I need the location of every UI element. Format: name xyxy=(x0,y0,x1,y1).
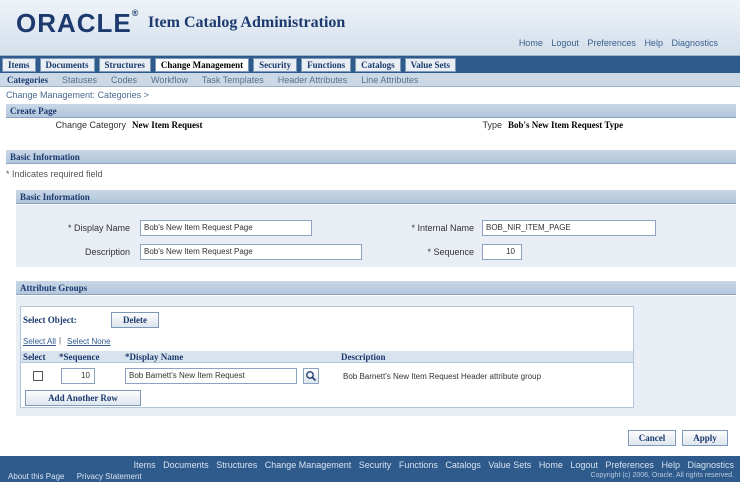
subtab-workflow[interactable]: Workflow xyxy=(144,73,195,87)
footer-link-preferences[interactable]: Preferences xyxy=(605,460,654,470)
app-header: ORACLE® Item Catalog Administration Home… xyxy=(0,0,740,56)
breadcrumb[interactable]: Change Management: Categories > xyxy=(6,90,149,100)
footer-link-diagnostics[interactable]: Diagnostics xyxy=(687,460,734,470)
copyright: Copyright (c) 2006, Oracle. All rights r… xyxy=(590,472,734,479)
global-link-logout[interactable]: Logout xyxy=(551,38,579,48)
footer-link-structures[interactable]: Structures xyxy=(216,460,257,470)
privacy-statement-link[interactable]: Privacy Statement xyxy=(77,472,142,481)
create-page-header: Create Page xyxy=(6,104,736,118)
apply-button[interactable]: Apply xyxy=(682,430,728,446)
row-select-checkbox[interactable] xyxy=(33,371,43,381)
sequence-input[interactable]: 10 xyxy=(482,244,522,260)
subtab-line-attributes[interactable]: Line Attributes xyxy=(354,73,425,87)
tab-security[interactable]: Security xyxy=(253,58,298,72)
col-display-name: *Display Name xyxy=(125,352,184,362)
footer-link-items[interactable]: Items xyxy=(134,460,156,470)
type-label: Type xyxy=(482,120,502,130)
display-name-input[interactable]: Bob's New Item Request Page xyxy=(140,220,312,236)
table-header: Select *Sequence *Display Name Descripti… xyxy=(21,351,633,363)
tab-catalogs[interactable]: Catalogs xyxy=(355,58,401,72)
delete-button[interactable]: Delete xyxy=(111,312,159,328)
tab-documents[interactable]: Documents xyxy=(39,58,95,72)
global-link-home[interactable]: Home xyxy=(519,38,543,48)
tab-structures[interactable]: Structures xyxy=(98,58,151,72)
tab-value-sets[interactable]: Value Sets xyxy=(404,58,457,72)
about-page-link[interactable]: About this Page xyxy=(8,472,64,481)
description-label: Description xyxy=(84,247,130,257)
global-links: Home Logout Preferences Help Diagnostics xyxy=(513,38,718,48)
footer-link-documents[interactable]: Documents xyxy=(163,460,209,470)
display-name-label: * Display Name xyxy=(67,223,130,233)
footer-bottom-links: About this Page Privacy Statement xyxy=(8,472,152,481)
type-value: Bob's New Item Request Type xyxy=(508,120,624,130)
change-category-label: Change Category xyxy=(55,120,126,130)
select-object-label: Select Object: xyxy=(23,315,77,325)
select-none-link[interactable]: Select None xyxy=(67,337,111,346)
tab-functions[interactable]: Functions xyxy=(301,58,352,72)
main-tab-bar: Items Documents Structures Change Manage… xyxy=(0,56,740,73)
attribute-groups-header: Attribute Groups xyxy=(16,281,736,295)
subtab-header-attributes[interactable]: Header Attributes xyxy=(271,73,355,87)
footer-link-help[interactable]: Help xyxy=(661,460,680,470)
select-all-link[interactable]: Select All xyxy=(23,337,56,346)
footer-link-value-sets[interactable]: Value Sets xyxy=(488,460,531,470)
attribute-groups-table: Select Object: Delete Select All | Selec… xyxy=(20,306,634,408)
global-link-help[interactable]: Help xyxy=(644,38,663,48)
col-description: Description xyxy=(341,352,386,362)
search-icon[interactable] xyxy=(303,368,319,384)
footer-link-home[interactable]: Home xyxy=(539,460,563,470)
cancel-button[interactable]: Cancel xyxy=(628,430,676,446)
footer-link-functions[interactable]: Functions xyxy=(399,460,438,470)
app-title: Item Catalog Administration xyxy=(148,14,346,31)
row-sequence-input[interactable]: 10 xyxy=(61,368,95,384)
tab-change-management[interactable]: Change Management xyxy=(154,58,250,72)
basic-information-subheader: Basic Information xyxy=(16,190,736,204)
link-separator: | xyxy=(59,336,62,345)
add-another-row-button[interactable]: Add Another Row xyxy=(25,390,141,406)
footer-link-logout[interactable]: Logout xyxy=(570,460,598,470)
basic-information-panel xyxy=(16,205,736,267)
oracle-logo: ORACLE® xyxy=(16,8,140,38)
subtab-categories[interactable]: Categories xyxy=(0,73,55,87)
sub-tab-bar: Categories Statuses Codes Workflow Task … xyxy=(0,73,740,87)
col-select: Select xyxy=(23,352,46,362)
internal-name-input[interactable]: BOB_NIR_ITEM_PAGE xyxy=(482,220,656,236)
sequence-label: * Sequence xyxy=(427,247,474,257)
change-category-value: New Item Request xyxy=(132,120,203,130)
global-link-preferences[interactable]: Preferences xyxy=(587,38,636,48)
subtab-statuses[interactable]: Statuses xyxy=(55,73,104,87)
col-sequence: *Sequence xyxy=(59,352,100,362)
footer: Items Documents Structures Change Manage… xyxy=(0,456,740,482)
row-description: Bob Barnett's New Item Request Header at… xyxy=(343,372,542,381)
description-input[interactable]: Bob's New Item Request Page xyxy=(140,244,362,260)
global-link-diagnostics[interactable]: Diagnostics xyxy=(671,38,718,48)
required-field-note: * Indicates required field xyxy=(6,169,103,179)
subtab-task-templates[interactable]: Task Templates xyxy=(195,73,271,87)
basic-information-header: Basic Information xyxy=(6,150,736,164)
row-display-name-input[interactable]: Bob Barnett's New Item Request xyxy=(125,368,297,384)
footer-link-change-management[interactable]: Change Management xyxy=(265,460,352,470)
subtab-codes[interactable]: Codes xyxy=(104,73,144,87)
footer-link-catalogs[interactable]: Catalogs xyxy=(445,460,481,470)
tab-items[interactable]: Items xyxy=(2,58,36,72)
footer-link-security[interactable]: Security xyxy=(359,460,392,470)
footer-links: Items Documents Structures Change Manage… xyxy=(129,460,734,470)
internal-name-label: * Internal Name xyxy=(411,223,474,233)
